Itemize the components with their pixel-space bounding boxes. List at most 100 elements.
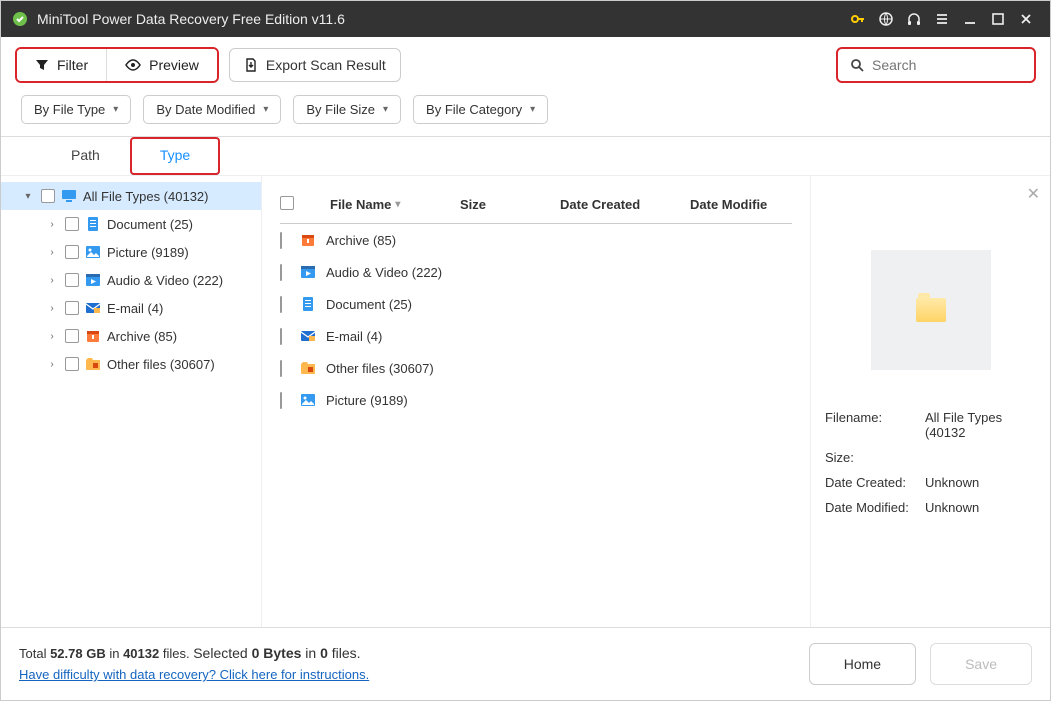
detail-size-value <box>925 450 1036 465</box>
file-row-label: E-mail (4) <box>326 329 792 344</box>
search-box[interactable] <box>836 47 1036 83</box>
search-input[interactable] <box>872 57 1051 73</box>
chevron-right-icon[interactable]: › <box>45 219 59 230</box>
tree-item[interactable]: ›E-mail (4) <box>1 294 261 322</box>
minimize-icon[interactable] <box>956 5 984 33</box>
file-list-header: File Name ▾ Size Date Created Date Modif… <box>280 186 792 224</box>
tree-item[interactable]: ›Other files (30607) <box>1 350 261 378</box>
col-date-modified[interactable]: Date Modifie <box>690 197 780 212</box>
checkbox[interactable] <box>280 232 282 249</box>
save-button[interactable]: Save <box>930 643 1032 685</box>
checkbox[interactable] <box>65 245 79 259</box>
chevron-down-icon[interactable]: ▾ <box>21 191 35 202</box>
tree-item-label: Document (25) <box>107 217 193 232</box>
by-date-label: By Date Modified <box>156 102 255 117</box>
detail-filename-label: Filename: <box>825 410 925 440</box>
detail-created-value: Unknown <box>925 475 1036 490</box>
checkbox[interactable] <box>280 328 282 345</box>
file-row[interactable]: Other files (30607) <box>280 352 792 384</box>
col-date-created[interactable]: Date Created <box>560 197 690 212</box>
checkbox[interactable] <box>65 273 79 287</box>
export-label: Export Scan Result <box>266 57 386 73</box>
filter-toolbar: By File Type ▾ By Date Modified ▾ By File … <box>1 91 1050 137</box>
preview-button[interactable]: Preview <box>106 49 217 81</box>
tab-type[interactable]: Type <box>130 137 220 175</box>
tree-root-label: All File Types (40132) <box>83 189 209 204</box>
file-row-label: Picture (9189) <box>326 393 792 408</box>
file-row[interactable]: Archive (85) <box>280 224 792 256</box>
checkbox[interactable] <box>280 360 282 377</box>
other-icon <box>300 360 326 376</box>
checkbox[interactable] <box>41 189 55 203</box>
arch-icon <box>300 232 326 248</box>
checkbox[interactable] <box>280 296 282 313</box>
arch-icon <box>85 328 101 344</box>
tree-root[interactable]: ▾ All File Types (40132) <box>1 182 261 210</box>
detail-modified-value: Unknown <box>925 500 1036 515</box>
pic-icon <box>85 244 101 260</box>
chevron-right-icon[interactable]: › <box>45 247 59 258</box>
app-logo-icon <box>11 10 29 28</box>
by-file-type-label: By File Type <box>34 102 105 117</box>
detail-size-label: Size: <box>825 450 925 465</box>
filter-button[interactable]: Filter <box>17 49 106 81</box>
file-row[interactable]: Picture (9189) <box>280 384 792 416</box>
menu-icon[interactable] <box>928 5 956 33</box>
chevron-right-icon[interactable]: › <box>45 331 59 342</box>
by-category-dropdown[interactable]: By File Category▾ <box>413 95 548 124</box>
detail-created-label: Date Created: <box>825 475 925 490</box>
sort-icon: ▾ <box>395 199 400 210</box>
file-row-label: Other files (30607) <box>326 361 792 376</box>
s1: Selected <box>193 645 251 661</box>
file-row[interactable]: Document (25) <box>280 288 792 320</box>
select-all-checkbox[interactable] <box>280 196 294 210</box>
s5: files. <box>328 645 361 661</box>
checkbox[interactable] <box>65 357 79 371</box>
export-button[interactable]: Export Scan Result <box>229 48 401 82</box>
folder-icon <box>916 298 946 322</box>
email-icon <box>300 328 326 344</box>
by-file-type-dropdown[interactable]: By File Type ▾ <box>21 95 131 124</box>
by-size-dropdown[interactable]: By File Size▾ <box>293 95 401 124</box>
checkbox[interactable] <box>65 217 79 231</box>
av-icon <box>300 264 326 280</box>
home-button[interactable]: Home <box>809 643 916 685</box>
tree-item[interactable]: › Document (25) <box>1 210 261 238</box>
file-row[interactable]: E-mail (4) <box>280 320 792 352</box>
chevron-right-icon[interactable]: › <box>45 275 59 286</box>
globe-icon[interactable] <box>872 5 900 33</box>
col-size[interactable]: Size <box>460 197 560 212</box>
file-row[interactable]: Audio & Video (222) <box>280 256 792 288</box>
chevron-down-icon: ▾ <box>113 104 118 115</box>
checkbox[interactable] <box>280 392 282 409</box>
checkbox[interactable] <box>65 301 79 315</box>
col-file-name-label: File Name <box>330 197 391 212</box>
checkbox[interactable] <box>280 264 282 281</box>
close-details-icon[interactable]: ✕ <box>1027 184 1040 204</box>
tree-item[interactable]: ›Audio & Video (222) <box>1 266 261 294</box>
key-icon[interactable] <box>844 5 872 33</box>
email-icon <box>85 300 101 316</box>
file-list: File Name ▾ Size Date Created Date Modif… <box>261 176 810 627</box>
preview-label: Preview <box>149 57 199 73</box>
help-link[interactable]: Have difficulty with data recovery? Clic… <box>19 667 369 682</box>
maximize-icon[interactable] <box>984 5 1012 33</box>
headphones-icon[interactable] <box>900 5 928 33</box>
tab-path[interactable]: Path <box>41 137 130 175</box>
tree-item[interactable]: ›Archive (85) <box>1 322 261 350</box>
col-file-name[interactable]: File Name ▾ <box>330 197 460 212</box>
close-icon[interactable] <box>1012 5 1040 33</box>
tree-item[interactable]: ›Picture (9189) <box>1 238 261 266</box>
chevron-down-icon: ▾ <box>263 104 268 115</box>
eye-icon <box>125 58 141 72</box>
other-icon <box>85 356 101 372</box>
filter-preview-group: Filter Preview <box>15 47 219 83</box>
by-date-dropdown[interactable]: By Date Modified ▾ <box>143 95 281 124</box>
chevron-right-icon[interactable]: › <box>45 303 59 314</box>
monitor-icon <box>61 188 77 204</box>
av-icon <box>85 272 101 288</box>
chevron-right-icon[interactable]: › <box>45 359 59 370</box>
pic-icon <box>300 392 326 408</box>
stats-text: Total 52.78 GB in 40132 files. Selected … <box>19 642 369 686</box>
checkbox[interactable] <box>65 329 79 343</box>
